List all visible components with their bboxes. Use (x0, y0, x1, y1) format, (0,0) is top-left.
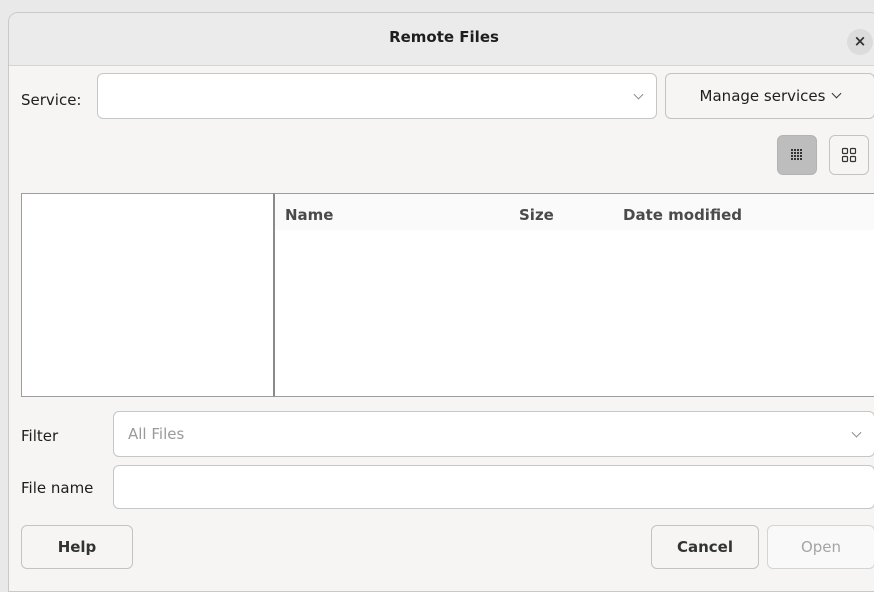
file-list-header: Name Size Date modified (275, 194, 874, 230)
manage-services-button[interactable]: Manage services (665, 73, 874, 119)
cancel-button[interactable]: Cancel (651, 525, 759, 569)
icon-view-button[interactable] (829, 135, 869, 175)
column-header-size[interactable]: Size (519, 206, 554, 224)
grid-view-icon (841, 147, 857, 163)
close-button[interactable]: × (847, 29, 873, 55)
chevron-down-icon (851, 427, 862, 438)
service-combobox[interactable] (97, 73, 657, 119)
filter-value: All Files (128, 425, 185, 443)
filter-label: Filter (21, 427, 59, 445)
open-button-label: Open (800, 538, 842, 556)
file-name-input[interactable] (113, 465, 874, 509)
dialog-title: Remote Files (389, 28, 499, 46)
manage-services-label: Manage services (699, 87, 826, 105)
list-view-icon (791, 149, 802, 160)
close-icon: × (853, 32, 867, 50)
service-label: Service: (21, 91, 82, 109)
help-button[interactable]: Help (21, 525, 133, 569)
chevron-down-icon (832, 88, 842, 99)
help-button-label: Help (57, 538, 97, 556)
column-header-name[interactable]: Name (285, 206, 333, 224)
list-view-button[interactable] (777, 135, 817, 175)
cancel-button-label: Cancel (676, 538, 733, 556)
file-name-label: File name (21, 479, 94, 497)
filter-combobox[interactable]: All Files (113, 411, 874, 457)
remote-files-dialog: Remote Files × Service: Manage services (8, 12, 874, 592)
chevron-down-icon (633, 89, 644, 100)
file-list-pane[interactable]: Name Size Date modified (273, 193, 874, 397)
open-button[interactable]: Open (767, 525, 874, 569)
column-header-date-modified[interactable]: Date modified (623, 206, 742, 224)
title-bar: Remote Files × (9, 13, 874, 66)
folder-tree-pane[interactable] (21, 193, 275, 397)
